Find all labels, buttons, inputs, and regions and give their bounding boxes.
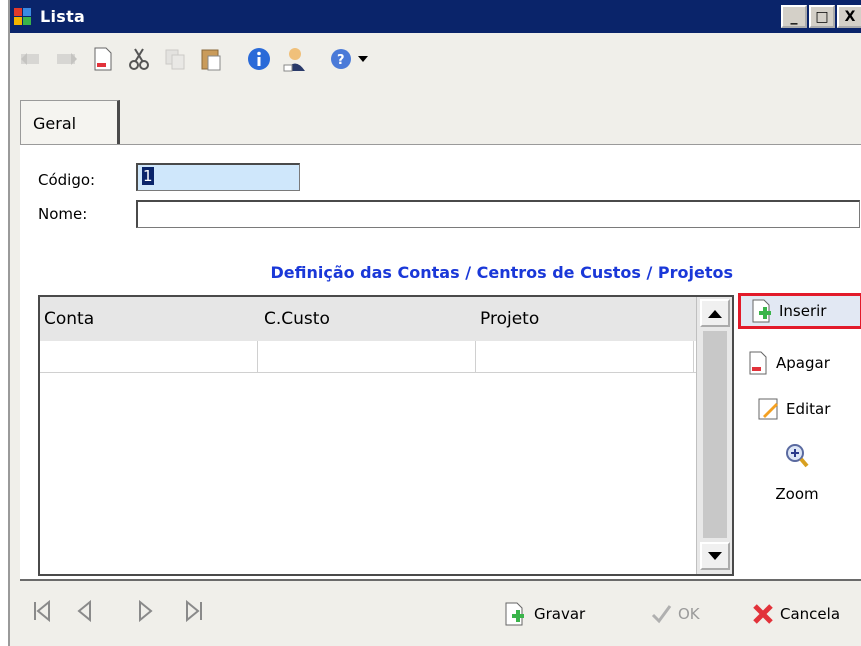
- toolbar: ?: [10, 40, 861, 78]
- edit-icon: [758, 398, 778, 420]
- ok-button[interactable]: OK: [650, 598, 700, 630]
- app-icon: [14, 7, 32, 26]
- check-icon: [651, 605, 672, 624]
- nome-label: Nome:: [38, 205, 88, 223]
- ok-label: OK: [678, 605, 700, 623]
- help-icon[interactable]: ?: [326, 44, 356, 74]
- info-icon[interactable]: [244, 44, 274, 74]
- edit-label: Editar: [786, 400, 831, 418]
- insert-button[interactable]: Inserir: [738, 293, 861, 329]
- accounts-grid[interactable]: Conta C.Custo Projeto: [38, 295, 734, 576]
- first-record-icon[interactable]: [32, 599, 52, 628]
- delete-button[interactable]: Apagar: [748, 345, 830, 381]
- edit-button[interactable]: Editar: [758, 391, 830, 427]
- insert-icon: [752, 299, 771, 323]
- cut-icon[interactable]: [124, 44, 154, 74]
- cell-projeto[interactable]: [476, 341, 694, 373]
- svg-text:?: ?: [337, 53, 345, 68]
- table-row[interactable]: [40, 341, 696, 373]
- new-document-icon[interactable]: [88, 44, 118, 74]
- tab-geral[interactable]: Geral: [20, 100, 120, 145]
- next-record-icon[interactable]: [52, 44, 82, 74]
- zoom-button[interactable]: Zoom: [772, 443, 822, 503]
- last-record-icon[interactable]: [184, 599, 204, 628]
- next-icon[interactable]: [138, 599, 154, 628]
- codigo-field[interactable]: 1: [136, 163, 300, 191]
- tab-panel-geral: Código: 1 Nome: Definição das Contas / C…: [20, 144, 861, 581]
- cancel-label: Cancela: [780, 605, 841, 623]
- zoom-label: Zoom: [775, 485, 819, 503]
- maximize-button[interactable]: □: [809, 5, 835, 28]
- grid-header: Conta C.Custo Projeto: [40, 297, 696, 341]
- save-icon: [505, 602, 524, 626]
- window-title: Lista: [40, 7, 86, 26]
- scroll-down-button[interactable]: [700, 542, 730, 570]
- column-projeto[interactable]: Projeto: [480, 309, 539, 329]
- vertical-scrollbar[interactable]: [696, 297, 732, 574]
- scroll-up-button[interactable]: [700, 299, 730, 327]
- codigo-label: Código:: [38, 171, 96, 189]
- copy-icon[interactable]: [160, 44, 190, 74]
- cancel-button[interactable]: Cancela: [752, 598, 840, 630]
- close-button[interactable]: X: [837, 5, 861, 28]
- codigo-value: 1: [142, 167, 154, 185]
- paste-icon[interactable]: [196, 44, 226, 74]
- previous-icon[interactable]: [76, 599, 92, 628]
- title-bar: Lista _ □ X: [10, 0, 861, 33]
- delete-label: Apagar: [776, 354, 830, 372]
- section-title: Definição das Contas / Centros de Custos…: [270, 263, 733, 282]
- arrow-up-icon: [708, 309, 722, 318]
- user-icon[interactable]: [280, 44, 310, 74]
- cancel-x-icon: [753, 604, 773, 624]
- delete-icon: [749, 351, 767, 375]
- column-conta[interactable]: Conta: [44, 309, 94, 329]
- save-label: Gravar: [534, 605, 586, 623]
- minimize-button[interactable]: _: [781, 5, 807, 28]
- dropdown-arrow-icon[interactable]: [356, 44, 370, 74]
- nome-field[interactable]: [136, 200, 860, 228]
- column-ccusto[interactable]: C.Custo: [264, 309, 330, 329]
- scroll-thumb[interactable]: [703, 331, 727, 538]
- tab-strip: Geral: [20, 100, 861, 145]
- bottom-bar: Gravar OK Cancela: [10, 590, 861, 640]
- window: Lista _ □ X ? Geral Código: 1 Nome: Defi…: [8, 0, 861, 646]
- cell-conta[interactable]: [40, 341, 258, 373]
- insert-label: Inserir: [779, 302, 827, 320]
- save-button[interactable]: Gravar: [504, 598, 585, 630]
- zoom-icon: [786, 444, 809, 468]
- cell-ccusto[interactable]: [258, 341, 476, 373]
- arrow-down-icon: [708, 551, 722, 560]
- previous-record-icon[interactable]: [16, 44, 46, 74]
